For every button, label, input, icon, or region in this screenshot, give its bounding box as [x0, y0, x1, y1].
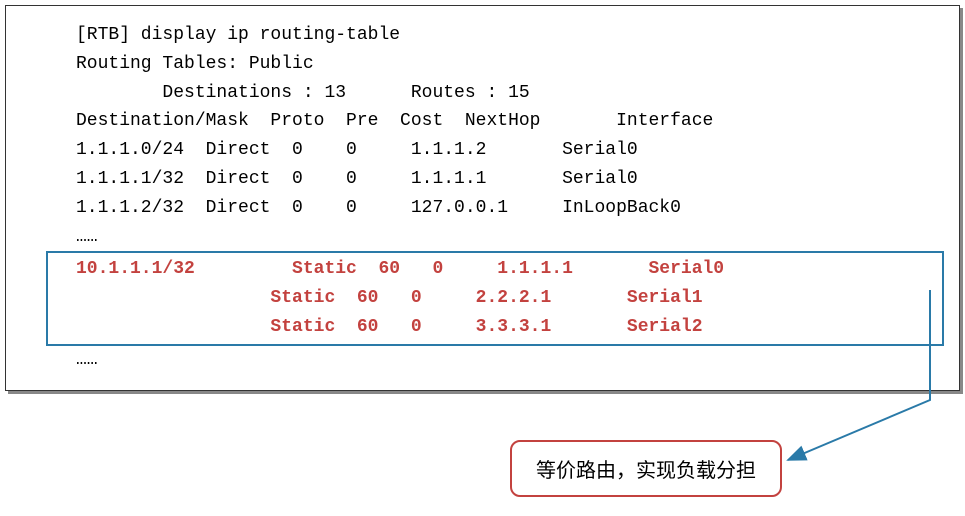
table-row: 1.1.1.2/32 Direct 0 0 127.0.0.1 InLoopBa…: [76, 194, 929, 223]
column-headers: Destination/Mask Proto Pre Cost NextHop …: [76, 107, 929, 136]
table-header-2: Destinations : 13 Routes : 15: [76, 79, 929, 108]
table-header-1: Routing Tables: Public: [76, 50, 929, 79]
table-row: Static 60 0 3.3.3.1 Serial2: [76, 313, 932, 342]
callout-arrow: [918, 290, 965, 470]
table-row: Static 60 0 2.2.2.1 Serial1: [76, 284, 932, 313]
terminal-output: [RTB] display ip routing-table Routing T…: [5, 5, 960, 391]
table-row: 10.1.1.1/32 Static 60 0 1.1.1.1 Serial0: [76, 255, 932, 284]
table-row: 1.1.1.1/32 Direct 0 0 1.1.1.1 Serial0: [76, 165, 929, 194]
highlighted-routes: 10.1.1.1/32 Static 60 0 1.1.1.1 Serial0 …: [46, 251, 944, 345]
table-row: 1.1.1.0/24 Direct 0 0 1.1.1.2 Serial0: [76, 136, 929, 165]
annotation-callout: 等价路由，实现负载分担: [510, 440, 782, 497]
ellipsis: ……: [76, 223, 929, 252]
command-line: [RTB] display ip routing-table: [76, 21, 929, 50]
ellipsis: ……: [76, 346, 929, 375]
